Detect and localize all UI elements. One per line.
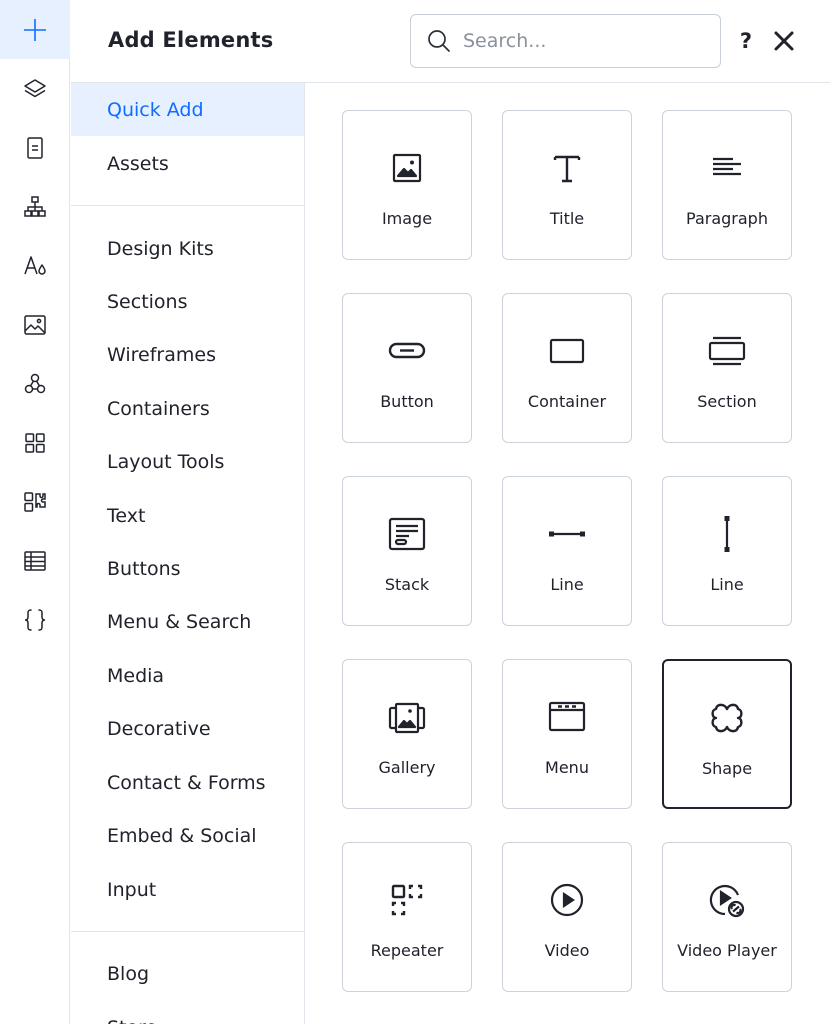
element-label: Section xyxy=(697,392,757,411)
apps-button[interactable] xyxy=(0,354,70,413)
search-input[interactable] xyxy=(463,30,693,52)
app-grid-icon xyxy=(25,432,45,453)
video-icon xyxy=(550,883,584,917)
element-gallery[interactable]: Gallery xyxy=(342,659,472,809)
add-elements-button[interactable] xyxy=(0,0,70,59)
element-section[interactable]: Section xyxy=(662,293,792,443)
category-assets[interactable]: Assets xyxy=(71,137,304,190)
repeater-icon xyxy=(391,884,423,916)
element-title[interactable]: Title xyxy=(502,110,632,260)
container-icon xyxy=(549,338,585,364)
apps-icon xyxy=(24,373,46,393)
element-label: Repeater xyxy=(370,941,444,960)
elements-grid: Image Title Paragraph Button Container S… xyxy=(305,83,830,1024)
vertical-line-icon xyxy=(724,516,730,552)
category-text[interactable]: Text xyxy=(71,489,304,542)
category-divider xyxy=(71,205,304,206)
sitemap-icon xyxy=(24,195,46,217)
cms-button[interactable] xyxy=(0,531,70,590)
element-video-player[interactable]: Video Player xyxy=(662,842,792,992)
element-stack[interactable]: Stack xyxy=(342,476,472,626)
page-icon xyxy=(27,136,43,159)
stack-icon xyxy=(388,517,426,551)
element-label: Title xyxy=(549,209,585,228)
element-vertical-line[interactable]: Line xyxy=(662,476,792,626)
menu-icon xyxy=(548,701,586,732)
panel-title: Add Elements xyxy=(108,28,274,52)
element-label: Menu xyxy=(545,758,589,777)
category-layout-tools[interactable]: Layout Tools xyxy=(71,435,304,488)
element-label: Shape xyxy=(701,759,753,778)
section-icon xyxy=(708,336,746,366)
cms-table-icon xyxy=(24,550,46,571)
category-containers[interactable]: Containers xyxy=(71,382,304,435)
panel-header: Add Elements ? xyxy=(71,0,830,83)
gallery-icon xyxy=(388,702,426,734)
element-horizontal-line[interactable]: Line xyxy=(502,476,632,626)
element-image[interactable]: Image xyxy=(342,110,472,260)
category-wireframes[interactable]: Wireframes xyxy=(71,328,304,381)
element-shape[interactable]: Shape xyxy=(662,659,792,809)
category-buttons[interactable]: Buttons xyxy=(71,542,304,595)
help-button[interactable]: ? xyxy=(735,26,757,56)
layers-icon xyxy=(24,78,46,97)
close-button[interactable] xyxy=(771,26,797,56)
category-media[interactable]: Media xyxy=(71,649,304,702)
plus-icon xyxy=(24,18,46,41)
element-menu[interactable]: Menu xyxy=(502,659,632,809)
category-store[interactable]: Store xyxy=(71,1001,304,1024)
category-embed-social[interactable]: Embed & Social xyxy=(71,809,304,862)
category-quick-add[interactable]: Quick Add xyxy=(71,83,304,136)
element-label: Line xyxy=(710,575,744,594)
category-contact-forms[interactable]: Contact & Forms xyxy=(71,756,304,809)
category-decorative[interactable]: Decorative xyxy=(71,702,304,755)
category-menu-search[interactable]: Menu & Search xyxy=(71,595,304,648)
element-label: Video xyxy=(544,941,590,960)
element-label: Image xyxy=(381,209,433,228)
layers-button[interactable] xyxy=(0,59,70,118)
theme-button[interactable] xyxy=(0,236,70,295)
app-market-button[interactable] xyxy=(0,472,70,531)
paragraph-icon xyxy=(713,157,741,176)
element-container[interactable]: Container xyxy=(502,293,632,443)
search-icon xyxy=(428,30,450,52)
media-icon xyxy=(24,314,46,335)
category-blog[interactable]: Blog xyxy=(71,947,304,1000)
element-label: Gallery xyxy=(378,758,436,777)
video-player-icon xyxy=(709,884,745,918)
horizontal-line-icon xyxy=(549,531,585,537)
element-repeater[interactable]: Repeater xyxy=(342,842,472,992)
element-label: Container xyxy=(527,392,607,411)
category-sections[interactable]: Sections xyxy=(71,275,304,328)
image-icon xyxy=(392,153,422,183)
element-label: Paragraph xyxy=(686,209,768,228)
element-button[interactable]: Button xyxy=(342,293,472,443)
category-list: Quick Add Assets Design Kits Sections Wi… xyxy=(71,83,305,1024)
theme-icon xyxy=(24,255,46,275)
shape-icon xyxy=(711,703,743,733)
element-label: Video Player xyxy=(677,941,777,960)
pages-button[interactable] xyxy=(0,118,70,177)
dev-mode-button[interactable] xyxy=(0,590,70,649)
site-structure-button[interactable] xyxy=(0,177,70,236)
media-button[interactable] xyxy=(0,295,70,354)
category-design-kits[interactable]: Design Kits xyxy=(71,222,304,275)
category-divider xyxy=(71,931,304,932)
app-market-icon xyxy=(24,491,46,512)
element-label: Button xyxy=(380,392,434,411)
close-icon xyxy=(774,31,794,51)
app-grid-button[interactable] xyxy=(0,413,70,472)
code-braces-icon xyxy=(24,608,46,631)
search-box[interactable] xyxy=(410,14,721,68)
element-paragraph[interactable]: Paragraph xyxy=(662,110,792,260)
element-video[interactable]: Video xyxy=(502,842,632,992)
element-label: Line xyxy=(550,575,584,594)
category-input[interactable]: Input xyxy=(71,863,304,916)
button-icon xyxy=(388,342,426,359)
title-icon xyxy=(553,155,581,183)
left-toolbar xyxy=(0,0,70,1024)
element-label: Stack xyxy=(384,575,430,594)
